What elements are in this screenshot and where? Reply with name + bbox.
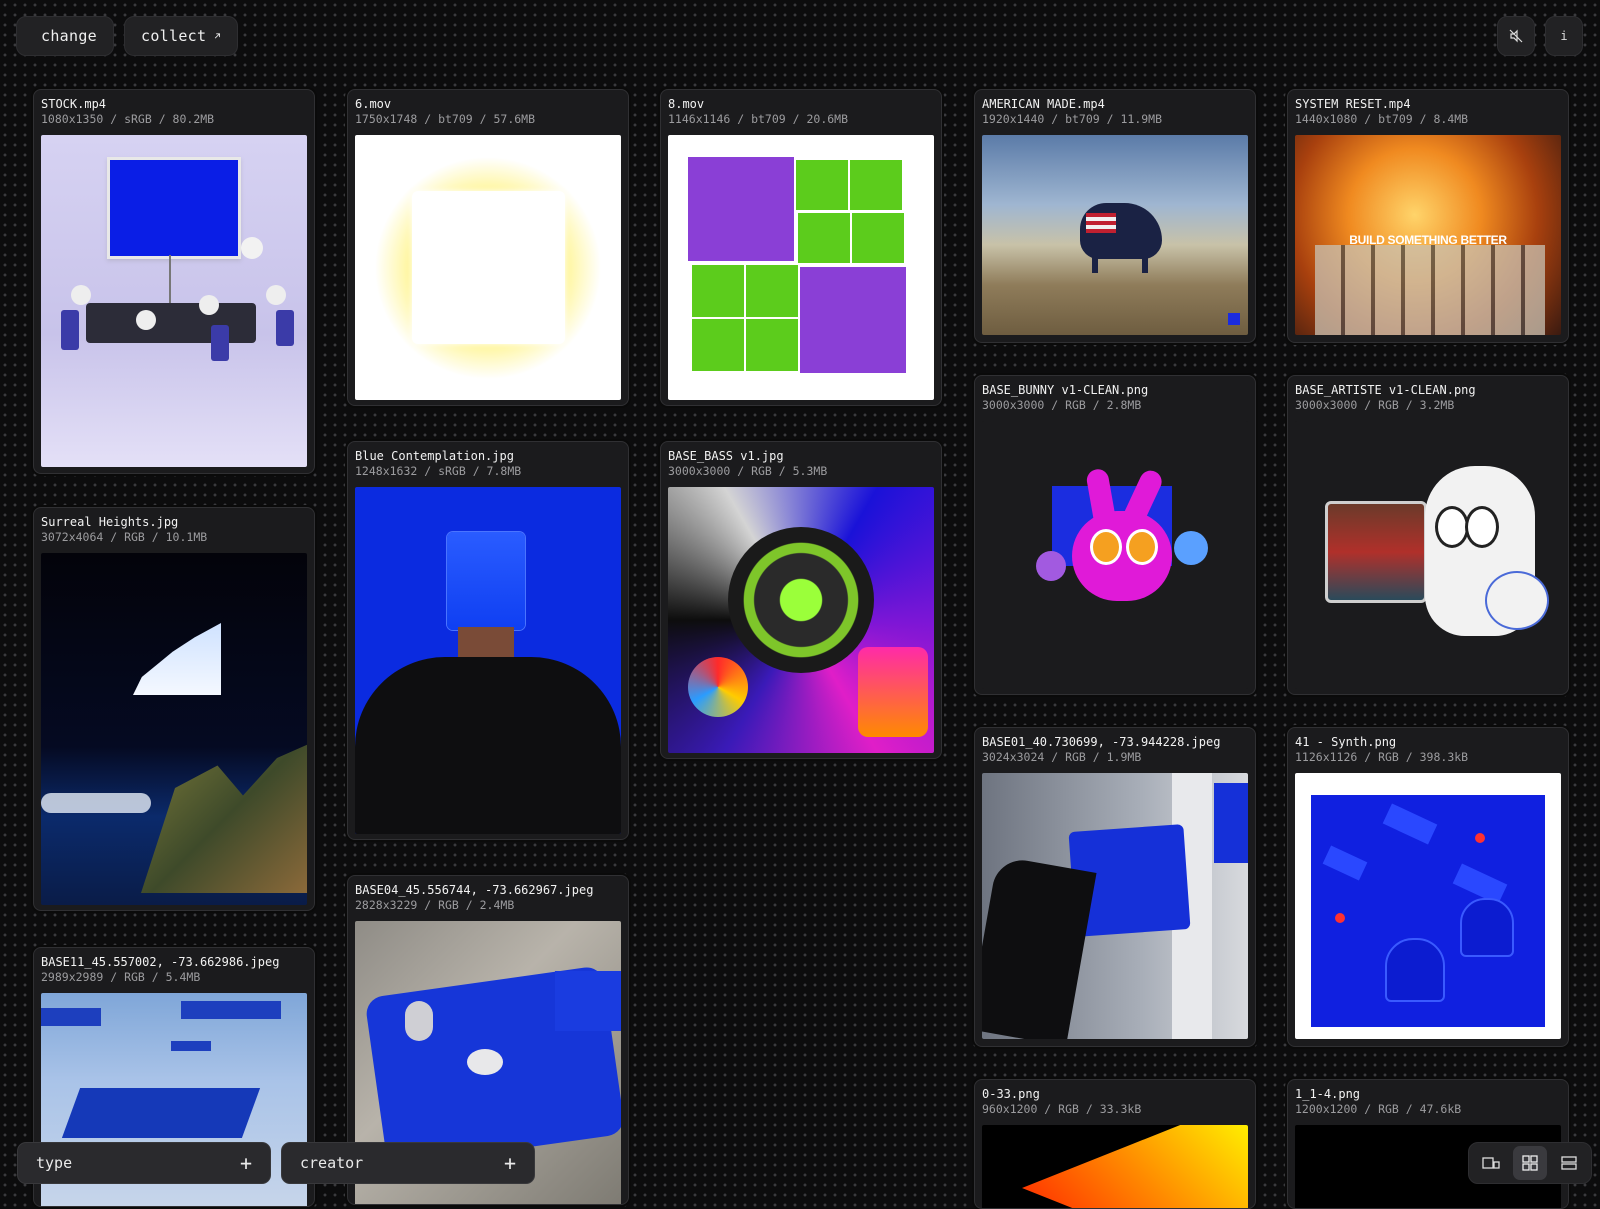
list-view-button[interactable] — [1552, 1146, 1586, 1180]
media-card[interactable]: STOCK.mp4 1080x1350 / sRGB / 80.2MB — [33, 89, 315, 474]
media-card[interactable]: AMERICAN MADE.mp4 1920x1440 / bt709 / 11… — [974, 89, 1256, 343]
card-filename: BASE01_40.730699, -73.944228.jpeg — [982, 735, 1221, 749]
thumbnail-image — [668, 487, 934, 753]
card-filename: BASE_BASS v1.jpg — [668, 449, 784, 463]
thumbnail-image — [668, 135, 934, 400]
change-label: change — [41, 27, 97, 45]
card-meta: 1440x1080 / bt709 / 8.4MB — [1295, 112, 1469, 126]
media-card[interactable]: 41 - Synth.png 1126x1126 / RGB / 398.3kB — [1287, 727, 1569, 1047]
type-filter-button[interactable]: type + — [17, 1142, 271, 1184]
list-view-icon — [1560, 1156, 1577, 1170]
card-meta: 3000x3000 / RGB / 5.3MB — [668, 464, 828, 478]
grid-view-button[interactable] — [1512, 1146, 1547, 1180]
card-filename: 1_1-4.png — [1295, 1087, 1361, 1101]
card-filename: 8.mov — [668, 97, 705, 111]
thumbnail-image — [982, 1125, 1248, 1208]
thumbnail-image: BUILD SOMETHING BETTER — [1295, 135, 1561, 335]
card-filename: Blue Contemplation.jpg — [355, 449, 514, 463]
card-meta: 1200x1200 / RGB / 47.6kB — [1295, 1102, 1462, 1116]
media-card[interactable]: BASE01_40.730699, -73.944228.jpeg 3024x3… — [974, 727, 1256, 1047]
media-card[interactable]: BASE_BASS v1.jpg 3000x3000 / RGB / 5.3MB — [660, 441, 942, 759]
media-card[interactable]: 6.mov 1750x1748 / bt709 / 57.6MB — [347, 89, 629, 406]
card-meta: 1126x1126 / RGB / 398.3kB — [1295, 750, 1469, 764]
card-meta: 1080x1350 / sRGB / 80.2MB — [41, 112, 215, 126]
card-filename: BASE04_45.556744, -73.662967.jpeg — [355, 883, 594, 897]
thumbnail-image — [355, 135, 621, 400]
card-filename: BASE11_45.557002, -73.662986.jpeg — [41, 955, 280, 969]
card-meta: 2989x2989 / RGB / 5.4MB — [41, 970, 201, 984]
change-button[interactable]: change — [16, 16, 114, 56]
collect-button[interactable]: collect — [124, 16, 238, 56]
creator-filter-label: creator — [300, 1154, 364, 1172]
info-button[interactable]: i — [1545, 16, 1583, 56]
grid-view-icon — [1522, 1155, 1538, 1171]
info-icon: i — [1560, 29, 1568, 43]
plus-icon: + — [503, 1151, 516, 1175]
media-card[interactable]: 8.mov 1146x1146 / bt709 / 20.6MB — [660, 89, 942, 406]
card-meta: 1750x1748 / bt709 / 57.6MB — [355, 112, 536, 126]
media-card[interactable]: 0-33.png 960x1200 / RGB / 33.3kB — [974, 1079, 1256, 1209]
card-meta: 1920x1440 / bt709 / 11.9MB — [982, 112, 1163, 126]
single-view-icon — [1482, 1157, 1500, 1169]
card-filename: Surreal Heights.jpg — [41, 515, 179, 529]
mute-button[interactable] — [1497, 16, 1535, 56]
thumbnail-image — [355, 487, 621, 834]
card-filename: BASE_BUNNY v1-CLEAN.png — [982, 383, 1149, 397]
view-mode-switcher — [1468, 1142, 1592, 1184]
card-meta: 2828x3229 / RGB / 2.4MB — [355, 898, 515, 912]
card-meta: 3000x3000 / RGB / 3.2MB — [1295, 398, 1455, 412]
mute-icon — [1509, 29, 1523, 43]
single-view-button[interactable] — [1474, 1146, 1508, 1180]
overlay-text: BUILD SOMETHING BETTER — [1349, 233, 1507, 247]
card-filename: STOCK.mp4 — [41, 97, 107, 111]
card-filename: AMERICAN MADE.mp4 — [982, 97, 1105, 111]
media-card[interactable]: BASE_BUNNY v1-CLEAN.png 3000x3000 / RGB … — [974, 375, 1256, 695]
thumbnail-image — [1295, 421, 1561, 689]
card-filename: SYSTEM RESET.mp4 — [1295, 97, 1411, 111]
thumbnail-image — [41, 553, 307, 905]
card-filename: 0-33.png — [982, 1087, 1040, 1101]
media-card[interactable]: Surreal Heights.jpg 3072x4064 / RGB / 10… — [33, 507, 315, 911]
thumbnail-image — [1295, 773, 1561, 1039]
thumbnail-image — [982, 135, 1248, 335]
thumbnail-image — [982, 773, 1248, 1039]
thumbnail-image — [982, 421, 1248, 689]
plus-icon: + — [239, 1151, 252, 1175]
card-meta: 3024x3024 / RGB / 1.9MB — [982, 750, 1142, 764]
card-filename: 6.mov — [355, 97, 392, 111]
card-filename: BASE_ARTISTE v1-CLEAN.png — [1295, 383, 1476, 397]
arrow-up-right-icon — [215, 33, 221, 39]
media-card[interactable]: Blue Contemplation.jpg 1248x1632 / sRGB … — [347, 441, 629, 840]
card-meta: 3000x3000 / RGB / 2.8MB — [982, 398, 1142, 412]
type-filter-label: type — [36, 1154, 73, 1172]
thumbnail-image — [41, 135, 307, 467]
card-meta: 1248x1632 / sRGB / 7.8MB — [355, 464, 522, 478]
media-card[interactable]: BASE_ARTISTE v1-CLEAN.png 3000x3000 / RG… — [1287, 375, 1569, 695]
media-card[interactable]: SYSTEM RESET.mp4 1440x1080 / bt709 / 8.4… — [1287, 89, 1569, 343]
card-meta: 3072x4064 / RGB / 10.1MB — [41, 530, 208, 544]
card-meta: 1146x1146 / bt709 / 20.6MB — [668, 112, 849, 126]
collect-label: collect — [141, 27, 207, 45]
card-filename: 41 - Synth.png — [1295, 735, 1397, 749]
creator-filter-button[interactable]: creator + — [281, 1142, 535, 1184]
card-meta: 960x1200 / RGB / 33.3kB — [982, 1102, 1142, 1116]
